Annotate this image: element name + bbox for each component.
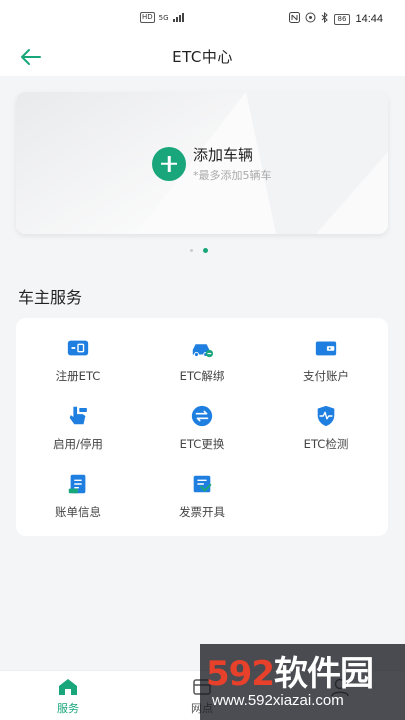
signal-icon [172, 13, 184, 22]
swap-icon [191, 405, 213, 427]
status-signal-group: HD 5G [140, 12, 184, 23]
service-etc-detect[interactable]: ETC检测 [264, 390, 388, 452]
add-vehicle-subtitle: *最多添加5辆车 [193, 169, 272, 182]
service-etc-unbind[interactable]: ETC解绑 [140, 322, 264, 384]
service-label: ETC更换 [179, 437, 225, 451]
service-label: 支付账户 [303, 369, 349, 383]
carousel-indicator [190, 248, 208, 253]
service-invoice[interactable]: 发票开具 [140, 458, 264, 520]
hd-badge: HD [140, 12, 155, 23]
carousel-dot[interactable] [190, 249, 193, 252]
service-label: ETC检测 [303, 437, 349, 451]
car-unbind-icon [192, 344, 214, 358]
bill-icon [68, 474, 86, 494]
section-title-owner-services: 车主服务 [18, 288, 83, 307]
nfc-icon [288, 12, 300, 26]
add-vehicle-title: 添加车辆 [193, 146, 254, 164]
service-enable-disable[interactable]: 启用/停用 [16, 390, 140, 452]
services-card: 注册ETC ETC解绑 支付账户 启用/停用 ETC更换 ETC检测 账单信息 … [16, 318, 388, 536]
watermark: 592软件园 www.592xiazai.com [200, 644, 405, 720]
service-label: 账单信息 [55, 505, 101, 519]
app-header: ETC中心 [0, 38, 405, 76]
watermark-number: 592 [206, 654, 275, 694]
service-label: ETC解绑 [179, 369, 225, 383]
invoice-icon [193, 475, 212, 493]
hand-toggle-icon [69, 406, 88, 425]
home-icon [59, 679, 77, 695]
status-bar: HD 5G 86 14:44 [0, 0, 405, 38]
service-etc-replace[interactable]: ETC更换 [140, 390, 264, 452]
status-right-group: 86 14:44 [288, 11, 383, 26]
watermark-url: www.592xiazai.com [212, 692, 344, 709]
bluetooth-icon [321, 11, 329, 26]
battery-icon: 86 [333, 13, 351, 25]
service-register-etc[interactable]: 注册ETC [16, 322, 140, 384]
shield-pulse-icon [317, 405, 335, 427]
watermark-text: 软件园 [273, 654, 374, 694]
vibrate-icon [305, 12, 316, 26]
service-bill-info[interactable]: 账单信息 [16, 458, 140, 520]
add-vehicle-banner: 添加车辆 *最多添加5辆车 [16, 92, 388, 234]
wallet-icon [315, 341, 337, 356]
nav-label: 服务 [57, 702, 79, 715]
service-label: 注册ETC [55, 369, 101, 383]
service-label: 启用/停用 [53, 437, 103, 451]
plus-icon [152, 146, 186, 181]
watermark-logo: 592软件园 [206, 646, 374, 695]
add-vehicle-button[interactable]: 添加车辆 *最多添加5辆车 [152, 144, 272, 183]
carousel-dot-active[interactable] [203, 248, 208, 253]
service-payment-account[interactable]: 支付账户 [264, 322, 388, 384]
status-time: 14:44 [355, 13, 383, 25]
nav-item-service[interactable]: 服务 [38, 677, 98, 716]
etc-card-icon [67, 340, 89, 356]
service-label: 发票开具 [179, 505, 225, 519]
network-type: 5G [158, 13, 169, 22]
page-title: ETC中心 [172, 48, 233, 66]
